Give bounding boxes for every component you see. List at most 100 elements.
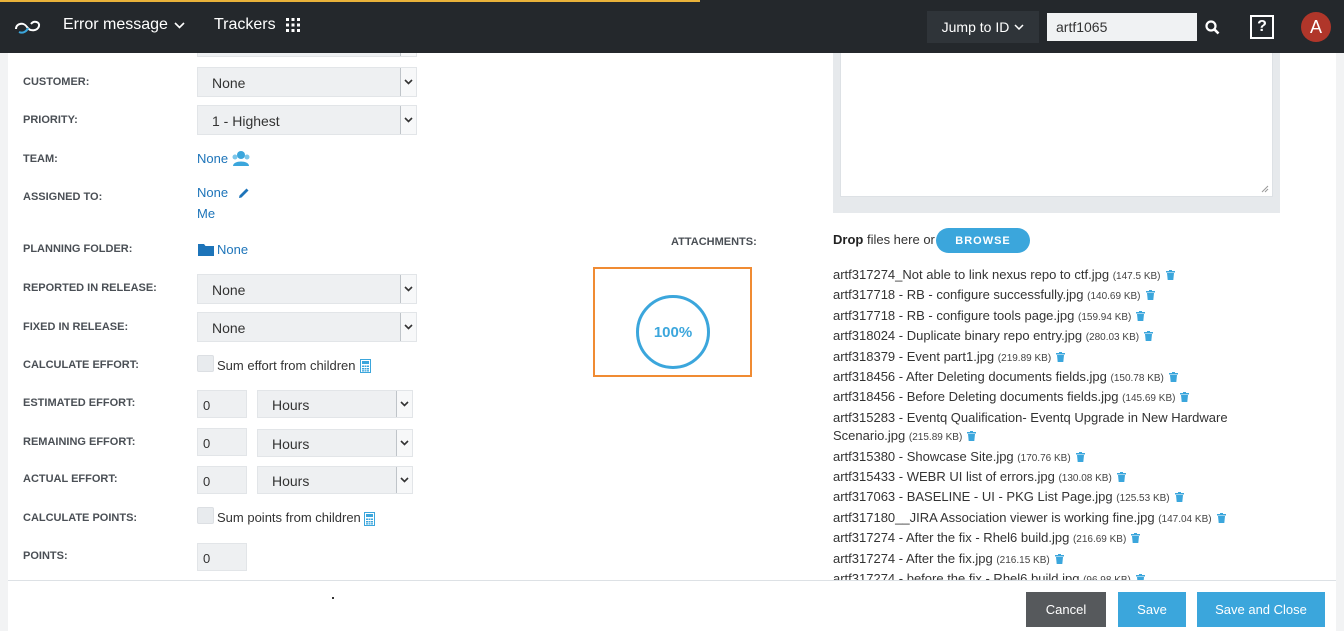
team-label: TEAM: <box>23 153 58 165</box>
remaining-effort-input[interactable]: 0 <box>197 428 247 456</box>
attachment-size: (216.69 KB) <box>1072 534 1127 546</box>
remaining-effort-unit-select[interactable]: Hours <box>257 429 413 457</box>
description-textarea[interactable] <box>840 53 1273 197</box>
assign-to-me-link[interactable]: Me <box>197 206 215 221</box>
assigned-to-link[interactable]: None <box>197 185 228 200</box>
trash-icon[interactable] <box>1056 351 1066 362</box>
attachment-item: artf317274 - After the fix - Rhel6 build… <box>833 529 1253 549</box>
reported-in-release-select[interactable]: None <box>197 274 417 304</box>
error-message-menu[interactable]: Error message <box>63 16 185 34</box>
grid-icon <box>285 18 300 32</box>
folder-icon <box>198 244 214 256</box>
search-icon <box>1204 19 1219 34</box>
team-users-icon[interactable] <box>231 150 251 167</box>
trash-icon[interactable] <box>967 431 977 442</box>
trash-icon[interactable] <box>1116 472 1126 483</box>
customer-select[interactable]: None <box>197 67 417 97</box>
attachment-name-link[interactable]: artf317718 - RB - configure successfully… <box>833 287 1084 302</box>
trash-icon[interactable] <box>1168 372 1178 383</box>
sum-effort-label: Sum effort from children <box>217 358 356 373</box>
trash-icon[interactable] <box>1180 392 1190 403</box>
remaining-effort-unit: Hours <box>272 436 310 452</box>
trash-icon[interactable] <box>1131 533 1141 544</box>
upload-progress-indicator: 100% <box>636 295 710 369</box>
attachment-item: artf317718 - RB - configure successfully… <box>833 286 1253 306</box>
attachment-item: artf317274_Not able to link nexus repo t… <box>833 266 1253 286</box>
jump-to-id-label: Jump to ID <box>941 19 1010 35</box>
attachment-item: artf317180__JIRA Association viewer is w… <box>833 509 1253 529</box>
attachment-name-link[interactable]: artf318456 - After Deleting documents fi… <box>833 369 1107 384</box>
save-button[interactable]: Save <box>1118 592 1186 627</box>
actual-effort-unit-select[interactable]: Hours <box>257 466 413 494</box>
priority-label: PRIORITY: <box>23 114 78 126</box>
attachment-name-link[interactable]: artf317274 - After the fix - Rhel6 build… <box>833 530 1069 545</box>
jump-to-id-button[interactable]: Jump to ID <box>927 11 1039 43</box>
resize-handle-icon[interactable] <box>1261 185 1269 193</box>
attachment-name-link[interactable]: artf318024 - Duplicate binary repo entry… <box>833 328 1082 343</box>
jump-id-input[interactable] <box>1047 13 1197 41</box>
attachment-item: artf317718 - RB - configure tools page.j… <box>833 307 1253 327</box>
attachment-size: (219.89 KB) <box>997 352 1052 364</box>
trackers-menu-label: Trackers <box>214 16 276 33</box>
trash-icon[interactable] <box>1165 270 1175 280</box>
attachment-size: (159.94 KB) <box>1078 311 1132 323</box>
help-button[interactable]: ? <box>1250 15 1274 39</box>
trash-icon[interactable] <box>1136 310 1146 321</box>
attachment-item: artf318456 - Before Deleting documents f… <box>833 388 1253 408</box>
estimated-effort-input[interactable]: 0 <box>197 390 247 418</box>
planning-folder-link[interactable]: None <box>217 242 248 257</box>
actual-effort-input[interactable]: 0 <box>197 466 247 494</box>
fixed-in-release-select[interactable]: None <box>197 312 417 342</box>
attachment-item: artf317274 - before the fix - Rhel6 buil… <box>833 570 1253 580</box>
select-arrow <box>400 68 416 96</box>
attachment-name-link[interactable]: artf317274_Not able to link nexus repo t… <box>833 267 1109 282</box>
attachment-name-link[interactable]: artf317274 - before the fix - Rhel6 buil… <box>833 571 1079 580</box>
attachment-name-link[interactable]: artf317180__JIRA Association viewer is w… <box>833 510 1155 525</box>
attachment-name-link[interactable]: artf318379 - Event part1.jpg <box>833 349 994 364</box>
attachment-name-link[interactable]: artf315380 - Showcase Site.jpg <box>833 449 1014 464</box>
trash-icon[interactable] <box>1216 512 1226 523</box>
app-logo-icon[interactable] <box>13 17 43 37</box>
attachment-name-link[interactable]: artf315433 - WEBR UI list of errors.jpg <box>833 469 1055 484</box>
chevron-down-icon <box>404 286 413 292</box>
attachment-size: (215.89 KB) <box>908 432 963 444</box>
calculator-icon <box>360 359 371 373</box>
calculate-points-label: CALCULATE POINTS: <box>23 512 138 524</box>
attachment-item: artf318456 - After Deleting documents fi… <box>833 368 1253 388</box>
drop-zone-text[interactable]: Drop files here or <box>833 232 935 247</box>
top-nav-bar: Error message Trackers Jump to ID ? A <box>0 0 1344 53</box>
attachment-item: artf315380 - Showcase Site.jpg (170.76 K… <box>833 448 1253 468</box>
attachment-name-link[interactable]: artf317718 - RB - configure tools page.j… <box>833 308 1074 323</box>
select-arrow <box>400 313 416 341</box>
clipped-select[interactable] <box>197 53 417 57</box>
trash-icon[interactable] <box>1144 331 1154 342</box>
calculator-icon <box>364 512 375 526</box>
browse-button[interactable]: BROWSE <box>936 228 1030 253</box>
trash-icon[interactable] <box>1075 451 1085 462</box>
search-button[interactable] <box>1200 13 1224 41</box>
select-arrow <box>400 275 416 303</box>
reported-in-release-value: None <box>212 282 246 298</box>
priority-select[interactable]: 1 - Highest <box>197 105 417 135</box>
sum-effort-checkbox[interactable] <box>197 355 214 372</box>
attachment-name-link[interactable]: artf317274 - After the fix.jpg <box>833 551 993 566</box>
chevron-down-icon <box>404 324 413 330</box>
save-and-close-button[interactable]: Save and Close <box>1197 592 1325 627</box>
user-avatar[interactable]: A <box>1301 12 1331 42</box>
top-accent-stripe <box>0 0 700 2</box>
pencil-icon[interactable] <box>238 187 250 199</box>
attachment-name-link[interactable]: artf318456 - Before Deleting documents f… <box>833 389 1118 404</box>
points-input[interactable]: 0 <box>197 543 247 571</box>
attachment-name-link[interactable]: artf315283 - Eventq Qualification- Event… <box>833 410 1228 443</box>
estimated-effort-unit-select[interactable]: Hours <box>257 390 413 418</box>
trackers-menu[interactable]: Trackers <box>214 16 300 34</box>
attachment-name-link[interactable]: artf317063 - BASELINE - UI - PKG List Pa… <box>833 489 1113 504</box>
trash-icon[interactable] <box>1145 290 1155 301</box>
trash-icon[interactable] <box>1174 492 1184 503</box>
sum-points-checkbox[interactable] <box>197 507 214 524</box>
trash-icon[interactable] <box>1054 553 1064 564</box>
cancel-button[interactable]: Cancel <box>1026 592 1106 627</box>
estimated-effort-label: ESTIMATED EFFORT: <box>23 397 136 409</box>
chevron-down-icon <box>1014 24 1024 30</box>
team-link[interactable]: None <box>197 151 228 166</box>
